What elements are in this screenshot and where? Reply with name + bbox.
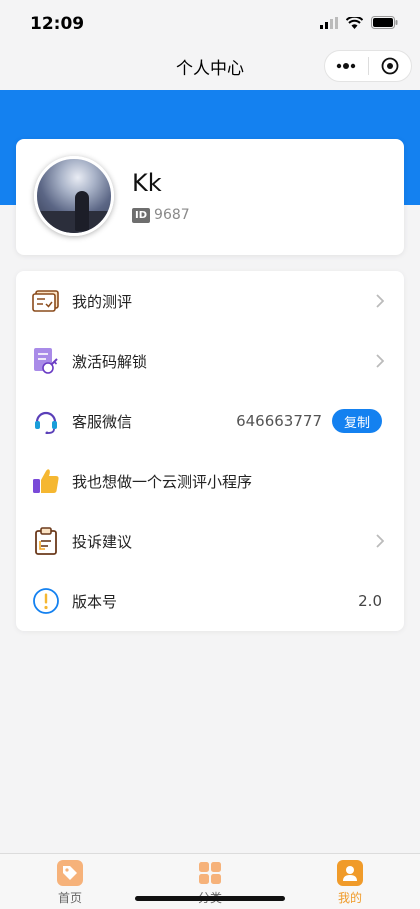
menu-label: 我也想做一个云测评小程序 [72, 472, 253, 491]
target-circle-icon [381, 57, 399, 75]
profile-card: Kk ID 9687 [16, 139, 404, 255]
menu-label: 客服微信 [72, 412, 133, 431]
wechat-id: 646663777 [236, 412, 322, 430]
menu-item-activation-code[interactable]: 激活码解锁 [16, 331, 404, 391]
menu-item-version: 版本号 2.0 [16, 571, 404, 631]
menu-item-build-mini-program[interactable]: 我也想做一个云测评小程序 [16, 451, 404, 511]
menu-label: 激活码解锁 [72, 352, 148, 371]
tab-label: 首页 [57, 891, 82, 905]
tab-label: 我的 [337, 891, 362, 905]
menu-item-my-assessments[interactable]: 我的测评 [16, 271, 404, 331]
signal-icon [320, 16, 338, 29]
info-icon [32, 587, 60, 615]
tab-mine[interactable]: 我的 [280, 854, 420, 909]
wifi-icon [346, 16, 363, 29]
assessment-icon [32, 287, 60, 315]
menu-label: 我的测评 [72, 292, 133, 311]
home-tag-icon [57, 860, 83, 886]
battery-icon [371, 16, 398, 29]
home-indicator [135, 896, 285, 901]
username: Kk [132, 169, 162, 197]
customer-service-icon [32, 407, 60, 435]
close-mini-program-button[interactable] [369, 51, 412, 81]
activation-code-icon [32, 347, 60, 375]
more-dots-icon [337, 63, 356, 69]
chevron-right-icon [376, 534, 384, 548]
menu-item-customer-service: 客服微信 646663777 复制 [16, 391, 404, 451]
avatar[interactable] [34, 156, 114, 236]
category-grid-icon [197, 860, 223, 886]
status-time: 12:09 [30, 14, 85, 34]
version-number: 2.0 [358, 592, 382, 610]
status-icons [320, 16, 398, 29]
more-button[interactable] [325, 51, 368, 81]
menu-item-feedback[interactable]: 投诉建议 [16, 511, 404, 571]
chevron-right-icon [376, 354, 384, 368]
chevron-right-icon [376, 294, 384, 308]
profile-icon [337, 860, 363, 886]
menu-card: 我的测评 激活码解锁 客服微信 646663777 复制 我也想做一个云测评小程… [16, 271, 404, 631]
menu-label: 投诉建议 [72, 532, 133, 551]
nav-bar: 个人中心 [0, 40, 420, 90]
copy-button[interactable]: 复制 [332, 409, 382, 433]
tab-home[interactable]: 首页 [0, 854, 140, 909]
menu-label: 版本号 [72, 592, 118, 611]
user-id: 9687 [154, 207, 190, 223]
clipboard-icon [32, 527, 60, 555]
mini-program-capsule [324, 50, 412, 82]
id-badge: ID [132, 207, 151, 223]
user-id-row: ID 9687 [132, 207, 190, 223]
thumbs-up-icon [32, 467, 60, 495]
